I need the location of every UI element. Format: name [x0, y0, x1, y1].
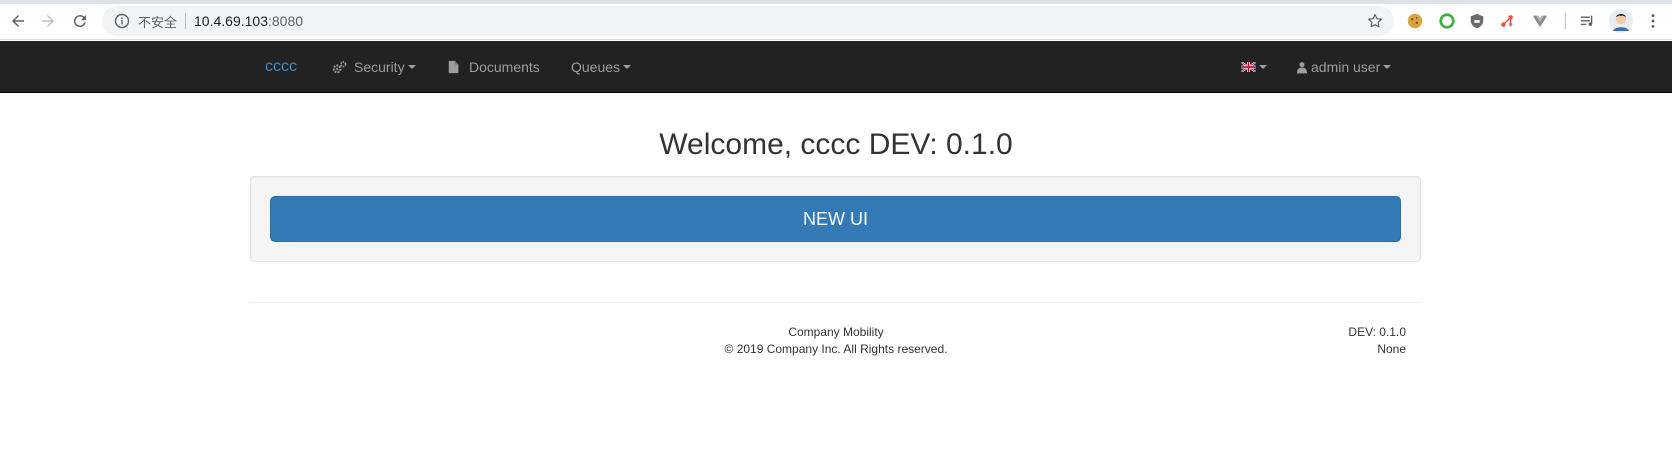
- caret-down-icon: [1383, 65, 1392, 69]
- arrow-right-icon: [42, 15, 54, 27]
- media-queue-icon[interactable]: [1578, 11, 1598, 31]
- footer-company-name: Company Mobility: [788, 325, 884, 339]
- address-bar[interactable]: 不安全 10.4.69.103:8080: [102, 6, 1394, 36]
- footer-copyright: © 2019 Company Inc. All Rights reserved.: [724, 342, 948, 356]
- shield-extension-icon[interactable]: [1467, 11, 1487, 31]
- queues-menu[interactable]: Queues: [571, 41, 632, 93]
- security-status[interactable]: 不安全: [138, 12, 177, 31]
- caret-down-icon: [407, 65, 416, 69]
- network-extension-icon[interactable]: [1497, 11, 1517, 31]
- reload-button[interactable]: [68, 9, 92, 33]
- footer-version: DEV: 0.1.0: [1348, 325, 1406, 339]
- page-title: Welcome, cccc DEV: 0.1.0: [659, 128, 1013, 161]
- bookmark-star-icon[interactable]: [1366, 12, 1384, 30]
- browser-chrome: 不安全 10.4.69.103:8080: [0, 0, 1672, 40]
- file-icon: [446, 59, 462, 75]
- forward-button[interactable]: [36, 9, 60, 33]
- footer-divider: [250, 302, 1421, 303]
- documents-label: Documents: [469, 59, 540, 75]
- user-icon: [1296, 59, 1307, 75]
- brand-link[interactable]: cccc: [265, 41, 297, 93]
- footer-environment: None: [1377, 342, 1406, 356]
- gears-icon: [331, 59, 347, 75]
- action-panel: NEW UI: [250, 176, 1421, 262]
- profile-avatar[interactable]: [1609, 9, 1633, 33]
- reload-icon: [73, 15, 86, 28]
- caret-down-icon: [623, 65, 632, 69]
- footer-version-info: DEV: 0.1.0 None: [1250, 324, 1406, 358]
- info-icon[interactable]: [114, 13, 130, 29]
- arrow-left-icon: [12, 15, 24, 27]
- caret-down-icon: [1259, 65, 1267, 69]
- queues-menu-label: Queues: [571, 59, 621, 75]
- url-port: :8080: [267, 13, 304, 29]
- security-menu[interactable]: Security: [331, 41, 416, 93]
- footer-company-info: Company Mobility © 2019 Company Inc. All…: [0, 324, 1672, 358]
- address-divider: [185, 13, 187, 29]
- toolbar-divider: [1565, 13, 1566, 29]
- user-menu-label: admin user: [1311, 59, 1381, 75]
- vue-devtools-icon[interactable]: [1530, 11, 1550, 31]
- green-ring-extension-icon[interactable]: [1437, 11, 1457, 31]
- url-host: 10.4.69.103: [194, 13, 268, 29]
- browser-menu-icon[interactable]: [1643, 11, 1663, 31]
- new-ui-button[interactable]: NEW UI: [270, 196, 1401, 242]
- app-navbar: cccc Security Documents Queues admin use…: [0, 41, 1672, 93]
- back-button[interactable]: [6, 9, 30, 33]
- language-menu[interactable]: [1241, 41, 1267, 93]
- uk-flag-icon: [1241, 62, 1256, 72]
- documents-link[interactable]: Documents: [446, 41, 540, 93]
- cookie-extension-icon[interactable]: [1405, 11, 1425, 31]
- security-menu-label: Security: [354, 59, 405, 75]
- user-menu[interactable]: admin user: [1296, 41, 1392, 93]
- tab-strip-edge: [0, 0, 1672, 4]
